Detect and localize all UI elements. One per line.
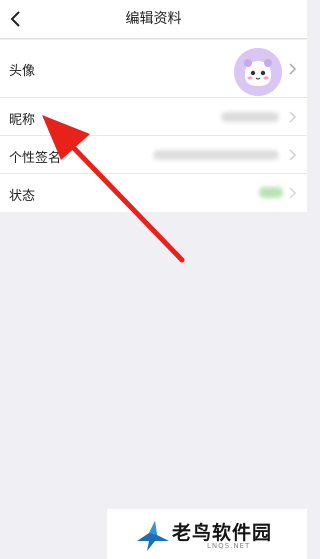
chevron-right-icon xyxy=(289,63,297,75)
row-nickname[interactable]: 昵称 xyxy=(0,98,307,136)
row-label-signature: 个性签名 xyxy=(9,151,62,166)
avatar-image xyxy=(234,48,282,96)
top-nav-bar: 编辑资料 xyxy=(0,0,307,39)
watermark-domain: LNQS.NET xyxy=(207,542,251,550)
profile-settings-list: 头像 昵称 个性签名 状态 xyxy=(0,40,307,212)
watermark: 老鸟软件园 LNQS.NET xyxy=(107,509,307,559)
chevron-right-icon xyxy=(289,149,297,161)
row-label-nickname: 昵称 xyxy=(9,113,36,128)
row-label-avatar: 头像 xyxy=(9,64,36,79)
row-signature[interactable]: 个性签名 xyxy=(0,136,307,174)
status-badge xyxy=(259,187,283,198)
nickname-value-blurred xyxy=(221,112,279,122)
signature-value-blurred xyxy=(153,150,279,160)
avatar[interactable] xyxy=(234,48,282,96)
chevron-right-icon xyxy=(289,111,297,123)
page-title: 编辑资料 xyxy=(125,11,182,27)
row-label-status: 状态 xyxy=(9,189,36,204)
row-status[interactable]: 状态 xyxy=(0,174,307,212)
chevron-right-icon xyxy=(289,187,297,199)
bird-logo-icon xyxy=(137,521,169,551)
row-avatar[interactable]: 头像 xyxy=(0,40,307,98)
watermark-brand: 老鸟软件园 xyxy=(172,522,273,544)
